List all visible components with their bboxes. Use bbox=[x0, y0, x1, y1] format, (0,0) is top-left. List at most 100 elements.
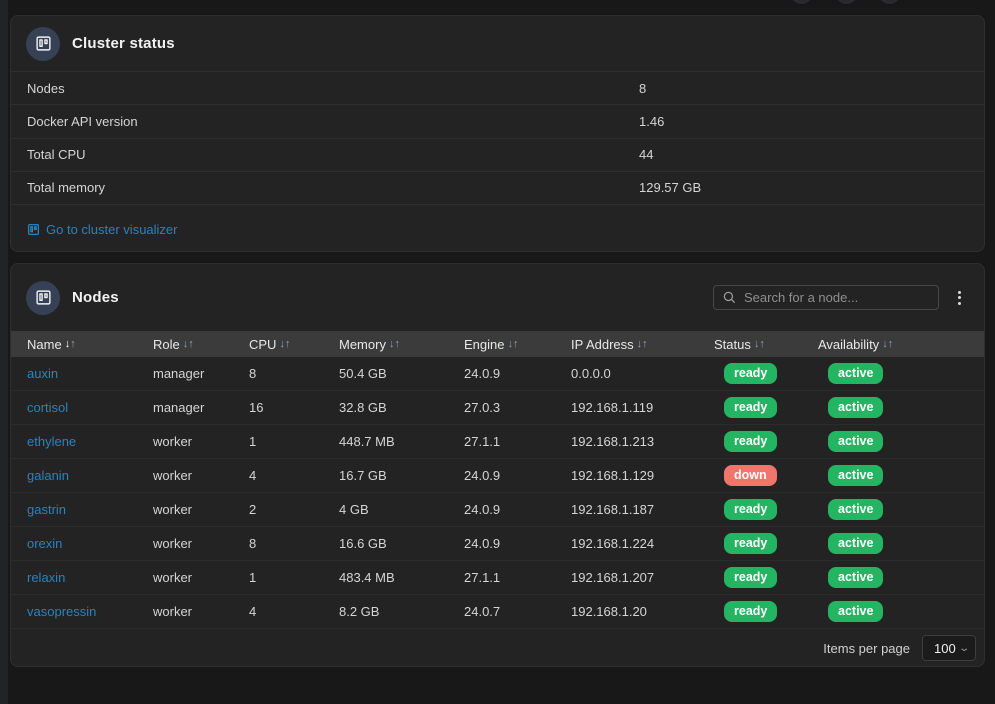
header-actions-cutoff bbox=[0, 0, 995, 4]
column-header-label: Memory bbox=[339, 337, 386, 352]
column-header-ip-address[interactable]: IP Address↓↑ bbox=[571, 337, 714, 352]
header-action-button[interactable] bbox=[835, 0, 858, 4]
node-name-link[interactable]: galanin bbox=[27, 468, 153, 483]
column-header-memory[interactable]: Memory↓↑ bbox=[339, 337, 464, 352]
table-row: ethyleneworker1448.7 MB27.1.1192.168.1.2… bbox=[11, 425, 984, 459]
cluster-row-value: 1.46 bbox=[639, 114, 664, 129]
column-header-role[interactable]: Role↓↑ bbox=[153, 337, 249, 352]
node-search-input[interactable] bbox=[713, 285, 939, 310]
cell-engine: 27.1.1 bbox=[464, 434, 571, 449]
cluster-row-value: 129.57 GB bbox=[639, 180, 701, 195]
table-row: gastrinworker24 GB24.0.9192.168.1.187rea… bbox=[11, 493, 984, 527]
cell-ip: 192.168.1.207 bbox=[571, 570, 714, 585]
items-per-page-label: Items per page bbox=[823, 641, 910, 656]
table-row: cortisolmanager1632.8 GB27.0.3192.168.1.… bbox=[11, 391, 984, 425]
availability-badge: active bbox=[828, 431, 883, 452]
chevron-down-icon: ⌄ bbox=[958, 643, 970, 654]
cell-role: worker bbox=[153, 434, 249, 449]
table-row: auxinmanager850.4 GB24.0.90.0.0.0readyac… bbox=[11, 357, 984, 391]
availability-badge: active bbox=[828, 601, 883, 622]
cell-cpu: 8 bbox=[249, 366, 339, 381]
cell-cpu: 1 bbox=[249, 434, 339, 449]
node-name-link[interactable]: relaxin bbox=[27, 570, 153, 585]
node-name-link[interactable]: cortisol bbox=[27, 400, 153, 415]
cluster-row-value: 44 bbox=[639, 147, 653, 162]
availability-badge: active bbox=[828, 363, 883, 384]
left-edge-strip bbox=[0, 0, 8, 704]
cell-engine: 27.1.1 bbox=[464, 570, 571, 585]
nodes-panel: Nodes Name↓↑Role↓↑CPU↓↑Memory↓↑Engine↓↑I… bbox=[10, 263, 985, 667]
column-header-status[interactable]: Status↓↑ bbox=[714, 337, 818, 352]
sort-asc-icon: ↑ bbox=[285, 339, 291, 350]
column-header-label: CPU bbox=[249, 337, 276, 352]
node-name-link[interactable]: orexin bbox=[27, 536, 153, 551]
availability-badge: active bbox=[828, 533, 883, 554]
header-action-button[interactable] bbox=[878, 0, 901, 4]
cell-ip: 192.168.1.20 bbox=[571, 604, 714, 619]
cluster-status-row: Total memory 129.57 GB bbox=[11, 171, 984, 204]
nodes-panel-title: Nodes bbox=[72, 289, 119, 306]
status-badge: ready bbox=[724, 363, 777, 384]
cluster-status-panel: Cluster status Nodes8Docker API version1… bbox=[10, 15, 985, 252]
cell-engine: 24.0.9 bbox=[464, 536, 571, 551]
cell-memory: 16.7 GB bbox=[339, 468, 464, 483]
visualizer-link-label: Go to cluster visualizer bbox=[46, 222, 178, 237]
cell-role: worker bbox=[153, 502, 249, 517]
node-name-link[interactable]: auxin bbox=[27, 366, 153, 381]
node-name-link[interactable]: ethylene bbox=[27, 434, 153, 449]
items-per-page-select[interactable]: 100 ⌄ bbox=[922, 635, 976, 661]
visualizer-icon bbox=[27, 223, 40, 236]
cell-cpu: 4 bbox=[249, 604, 339, 619]
table-row: vasopressinworker48.2 GB24.0.7192.168.1.… bbox=[11, 595, 984, 629]
cell-memory: 32.8 GB bbox=[339, 400, 464, 415]
column-header-label: Engine bbox=[464, 337, 504, 352]
table-row: galaninworker416.7 GB24.0.9192.168.1.129… bbox=[11, 459, 984, 493]
cell-engine: 24.0.9 bbox=[464, 366, 571, 381]
cluster-row-label: Total CPU bbox=[11, 147, 86, 162]
table-settings-kebab-icon[interactable] bbox=[953, 287, 966, 309]
availability-badge: active bbox=[828, 567, 883, 588]
cluster-row-label: Docker API version bbox=[11, 114, 138, 129]
cell-role: worker bbox=[153, 604, 249, 619]
column-header-label: IP Address bbox=[571, 337, 634, 352]
column-header-cpu[interactable]: CPU↓↑ bbox=[249, 337, 339, 352]
cluster-status-row: Total CPU 44 bbox=[11, 138, 984, 171]
cell-cpu: 16 bbox=[249, 400, 339, 415]
cell-ip: 192.168.1.119 bbox=[571, 400, 714, 415]
cell-engine: 24.0.9 bbox=[464, 468, 571, 483]
sort-asc-icon: ↑ bbox=[394, 339, 400, 350]
cell-memory: 8.2 GB bbox=[339, 604, 464, 619]
status-badge: ready bbox=[724, 397, 777, 418]
cell-memory: 50.4 GB bbox=[339, 366, 464, 381]
table-row: relaxinworker1483.4 MB27.1.1192.168.1.20… bbox=[11, 561, 984, 595]
availability-badge: active bbox=[828, 465, 883, 486]
cluster-row-label: Nodes bbox=[11, 81, 65, 96]
table-header-row: Name↓↑Role↓↑CPU↓↑Memory↓↑Engine↓↑IP Addr… bbox=[11, 331, 984, 357]
cell-role: manager bbox=[153, 366, 249, 381]
sort-asc-icon: ↑ bbox=[642, 339, 648, 350]
go-to-cluster-visualizer-link[interactable]: Go to cluster visualizer bbox=[27, 222, 178, 237]
sort-asc-icon: ↑ bbox=[188, 339, 194, 350]
sort-asc-icon: ↑ bbox=[70, 339, 76, 350]
node-name-link[interactable]: vasopressin bbox=[27, 604, 153, 619]
header-action-button[interactable] bbox=[790, 0, 813, 4]
cell-ip: 192.168.1.187 bbox=[571, 502, 714, 517]
column-header-label: Role bbox=[153, 337, 180, 352]
cell-role: worker bbox=[153, 536, 249, 551]
sort-asc-icon: ↑ bbox=[888, 339, 894, 350]
cluster-status-title: Cluster status bbox=[72, 35, 175, 52]
cell-memory: 4 GB bbox=[339, 502, 464, 517]
column-header-name[interactable]: Name↓↑ bbox=[27, 337, 153, 352]
column-header-availability[interactable]: Availability↓↑ bbox=[818, 337, 984, 352]
cluster-widget-icon bbox=[26, 27, 60, 61]
cell-memory: 448.7 MB bbox=[339, 434, 464, 449]
cluster-row-label: Total memory bbox=[11, 180, 105, 195]
status-badge: ready bbox=[724, 431, 777, 452]
cell-ip: 192.168.1.224 bbox=[571, 536, 714, 551]
node-name-link[interactable]: gastrin bbox=[27, 502, 153, 517]
column-header-label: Name bbox=[27, 337, 62, 352]
column-header-engine[interactable]: Engine↓↑ bbox=[464, 337, 571, 352]
cell-engine: 24.0.7 bbox=[464, 604, 571, 619]
items-per-page-value: 100 bbox=[934, 641, 956, 656]
column-header-label: Status bbox=[714, 337, 751, 352]
